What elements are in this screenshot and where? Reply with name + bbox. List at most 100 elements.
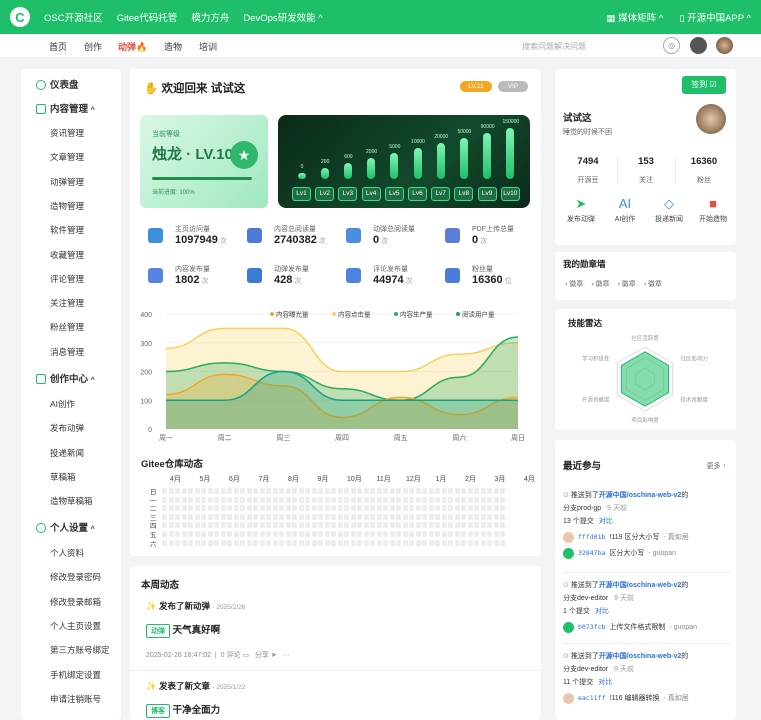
- checkin-button[interactable]: 签到 ☑: [682, 76, 726, 94]
- contribution-cell[interactable]: [363, 531, 369, 537]
- contribution-cell[interactable]: [415, 505, 421, 512]
- contribution-cell[interactable]: [285, 531, 291, 537]
- contribution-cell[interactable]: [311, 539, 317, 546]
- contribution-cell[interactable]: [194, 496, 200, 503]
- contribution-cell[interactable]: [175, 513, 180, 520]
- contribution-cell[interactable]: [409, 488, 414, 494]
- branch-link[interactable]: 分支dev-editor: [563, 666, 608, 673]
- profile-count-value[interactable]: 7494: [563, 156, 613, 167]
- contribution-cell[interactable]: [168, 513, 174, 520]
- contribution-cell[interactable]: [337, 539, 343, 546]
- contribution-cell[interactable]: [318, 513, 323, 520]
- contribution-cell[interactable]: [168, 505, 174, 512]
- contribution-cell[interactable]: [214, 539, 219, 546]
- contribution-cell[interactable]: [350, 539, 356, 546]
- contribution-cell[interactable]: [350, 496, 356, 503]
- contribution-cell[interactable]: [402, 505, 408, 512]
- contribution-cell[interactable]: [467, 505, 473, 512]
- contribution-cell[interactable]: [454, 488, 460, 494]
- contribution-cell[interactable]: [402, 496, 408, 503]
- contribution-cell[interactable]: [383, 488, 388, 494]
- contribution-cell[interactable]: [344, 505, 349, 512]
- contribution-cell[interactable]: [467, 496, 473, 503]
- contribution-cell[interactable]: [311, 488, 317, 494]
- contribution-cell[interactable]: [487, 522, 492, 529]
- contribution-cell[interactable]: [500, 531, 505, 537]
- contribution-cell[interactable]: [246, 513, 252, 520]
- profile-avatar[interactable]: [696, 104, 726, 134]
- contribution-cell[interactable]: [253, 539, 258, 546]
- contribution-cell[interactable]: [227, 488, 232, 494]
- contribution-cell[interactable]: [220, 531, 226, 537]
- contribution-cell[interactable]: [214, 488, 219, 494]
- contribution-cell[interactable]: [181, 522, 187, 529]
- contribution-cell[interactable]: [214, 522, 219, 529]
- commit-sha[interactable]: b073fcb: [578, 621, 605, 634]
- contribution-cell[interactable]: [363, 496, 369, 503]
- contribution-cell[interactable]: [168, 522, 174, 529]
- contribution-cell[interactable]: [298, 522, 304, 529]
- contribution-cell[interactable]: [409, 505, 414, 512]
- top-nav-devops[interactable]: DevOps研发效能 ^: [243, 10, 322, 24]
- medal-item[interactable]: ◐徽章: [591, 279, 609, 289]
- contribution-cell[interactable]: [402, 539, 408, 546]
- media-matrix-menu[interactable]: ▦ 媒体矩阵 ^: [606, 10, 663, 24]
- contribution-cell[interactable]: [318, 531, 323, 537]
- contribution-cell[interactable]: [493, 539, 499, 546]
- contribution-cell[interactable]: [415, 496, 421, 503]
- contribution-cell[interactable]: [493, 496, 499, 503]
- contribution-cell[interactable]: [305, 531, 310, 537]
- contribution-cell[interactable]: [376, 513, 382, 520]
- contribution-cell[interactable]: [376, 531, 382, 537]
- contribution-cell[interactable]: [292, 488, 297, 494]
- contribution-cell[interactable]: [298, 513, 304, 520]
- nav-create[interactable]: 创作: [84, 40, 102, 53]
- contribution-cell[interactable]: [220, 539, 226, 546]
- contribution-cell[interactable]: [227, 496, 232, 503]
- contribution-cell[interactable]: [415, 539, 421, 546]
- contribution-cell[interactable]: [376, 505, 382, 512]
- contribution-cell[interactable]: [441, 539, 447, 546]
- contribution-cell[interactable]: [350, 505, 356, 512]
- contribution-cell[interactable]: [441, 513, 447, 520]
- contribution-cell[interactable]: [448, 522, 453, 529]
- contribution-cell[interactable]: [474, 496, 479, 503]
- contribution-cell[interactable]: [305, 496, 310, 503]
- contribution-cell[interactable]: [201, 531, 206, 537]
- contribution-cell[interactable]: [422, 539, 427, 546]
- contribution-cell[interactable]: [409, 496, 414, 503]
- contribution-cell[interactable]: [292, 531, 297, 537]
- profile-action-button[interactable]: ◇ 投递新闻: [647, 196, 691, 224]
- contribution-cell[interactable]: [194, 539, 200, 546]
- contribution-cell[interactable]: [428, 513, 434, 520]
- contribution-cell[interactable]: [454, 531, 460, 537]
- contribution-cell[interactable]: [487, 505, 492, 512]
- contribution-cell[interactable]: [474, 522, 479, 529]
- contribution-cell[interactable]: [467, 488, 473, 494]
- contribution-cell[interactable]: [344, 488, 349, 494]
- level-label[interactable]: Lv7: [431, 187, 451, 201]
- contribution-cell[interactable]: [207, 513, 213, 520]
- level-label[interactable]: Lv2: [315, 187, 335, 201]
- contribution-cell[interactable]: [279, 505, 284, 512]
- contribution-cell[interactable]: [292, 513, 297, 520]
- contribution-cell[interactable]: [188, 496, 193, 503]
- contribution-cell[interactable]: [311, 522, 317, 529]
- contribution-cell[interactable]: [461, 488, 466, 494]
- contribution-cell[interactable]: [285, 496, 291, 503]
- contribution-cell[interactable]: [253, 496, 258, 503]
- contribution-cell[interactable]: [175, 539, 180, 546]
- medal-item[interactable]: ◐徽章: [565, 279, 583, 289]
- contribution-cell[interactable]: [435, 531, 440, 537]
- branch-link[interactable]: 分支dev-editor: [563, 595, 608, 602]
- contribution-cell[interactable]: [214, 505, 219, 512]
- share-button[interactable]: 分享: [255, 652, 269, 659]
- contribution-cell[interactable]: [214, 513, 219, 520]
- contribution-cell[interactable]: [363, 539, 369, 546]
- contribution-cell[interactable]: [415, 522, 421, 529]
- contribution-cell[interactable]: [344, 513, 349, 520]
- contribution-cell[interactable]: [227, 513, 232, 520]
- contribution-cell[interactable]: [487, 513, 492, 520]
- contribution-cell[interactable]: [331, 513, 336, 520]
- contribution-cell[interactable]: [454, 505, 460, 512]
